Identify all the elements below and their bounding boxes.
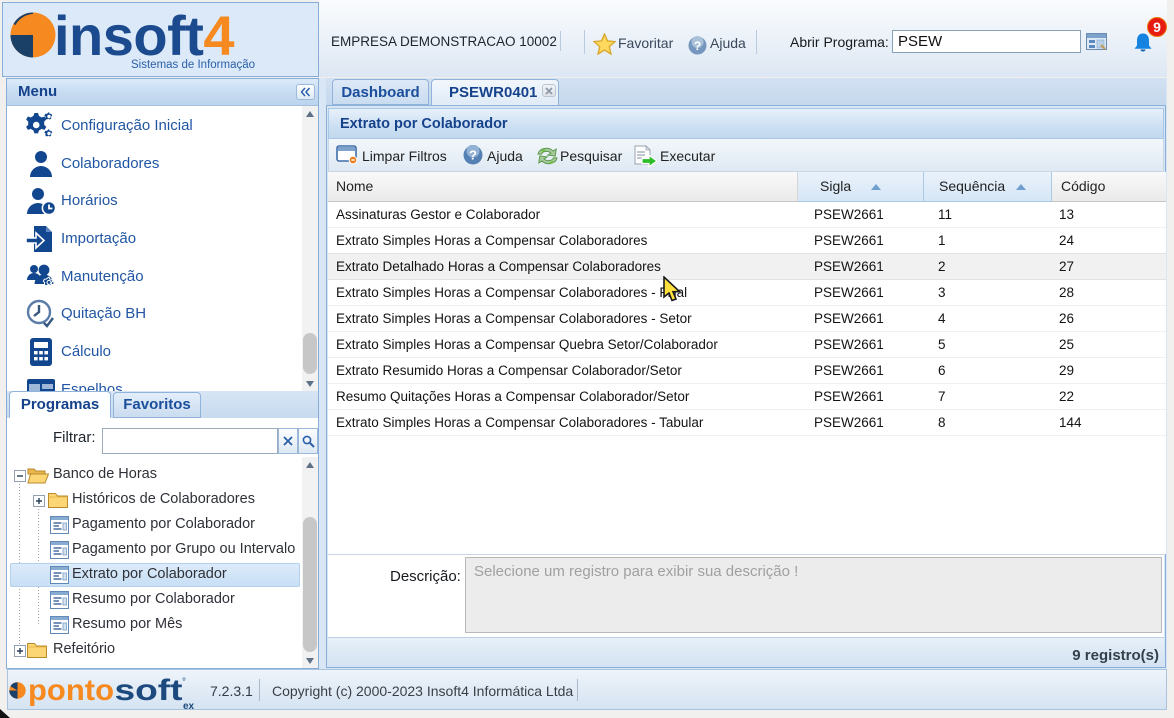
svg-text:?: ? — [469, 148, 477, 163]
svg-text:?: ? — [694, 39, 701, 53]
svg-text:°: ° — [182, 677, 186, 688]
svg-text:ponto: ponto — [28, 674, 114, 707]
svg-text:soft: soft — [115, 674, 183, 707]
